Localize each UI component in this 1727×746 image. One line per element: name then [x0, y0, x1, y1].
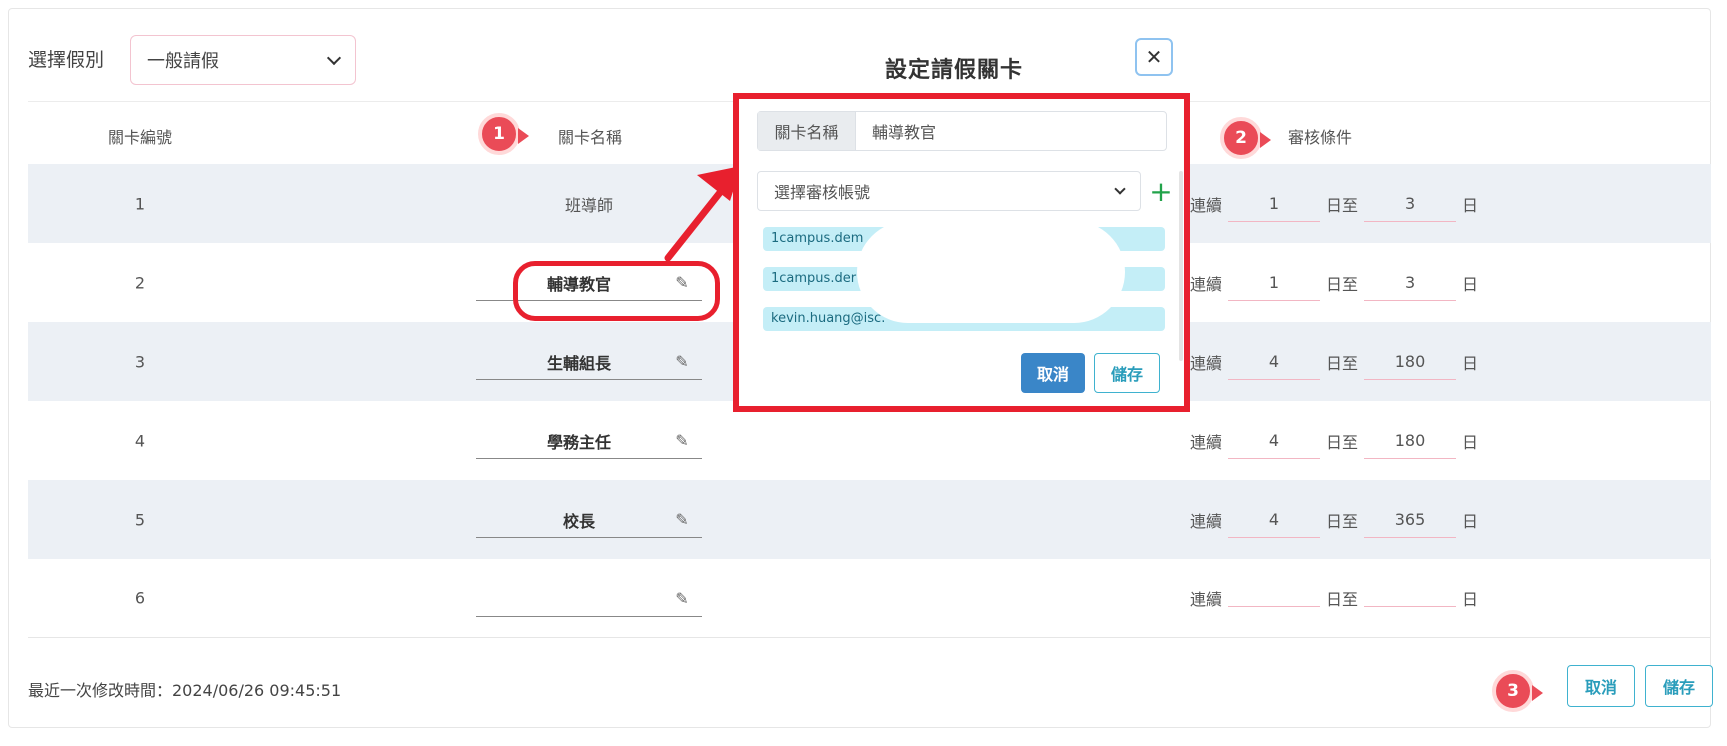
save-button[interactable]: 儲存: [1645, 665, 1713, 707]
last-modified-text: 最近一次修改時間：2024/06/26 09:45:51: [28, 681, 342, 700]
modal-save-button[interactable]: 儲存: [1094, 353, 1160, 393]
add-account-icon[interactable]: +: [1149, 171, 1173, 211]
chevron-down-icon: [1114, 182, 1126, 195]
cancel-button[interactable]: 取消: [1567, 665, 1635, 707]
modal-scrollbar[interactable]: [1179, 171, 1183, 361]
modal-name-field[interactable]: 關卡名稱 輔導教官: [757, 111, 1167, 151]
step-badge-2: 2: [1220, 117, 1271, 159]
modal-cancel-button[interactable]: 取消: [1021, 353, 1085, 393]
step-badge-3: 3: [1492, 670, 1543, 712]
account-select[interactable]: 選擇審核帳號: [757, 171, 1141, 211]
step-badge-1: 1: [478, 113, 529, 155]
highlight-oval: [513, 261, 720, 321]
modal-name-addon: 關卡名稱: [758, 112, 856, 150]
account-select-placeholder: 選擇審核帳號: [774, 183, 871, 202]
modal-name-value[interactable]: 輔導教官: [856, 112, 1166, 150]
checkpoint-modal: 關卡名稱 輔導教官 選擇審核帳號 + 1campus.dem 1campus.d…: [733, 93, 1190, 412]
redaction-mask: [857, 221, 1125, 323]
